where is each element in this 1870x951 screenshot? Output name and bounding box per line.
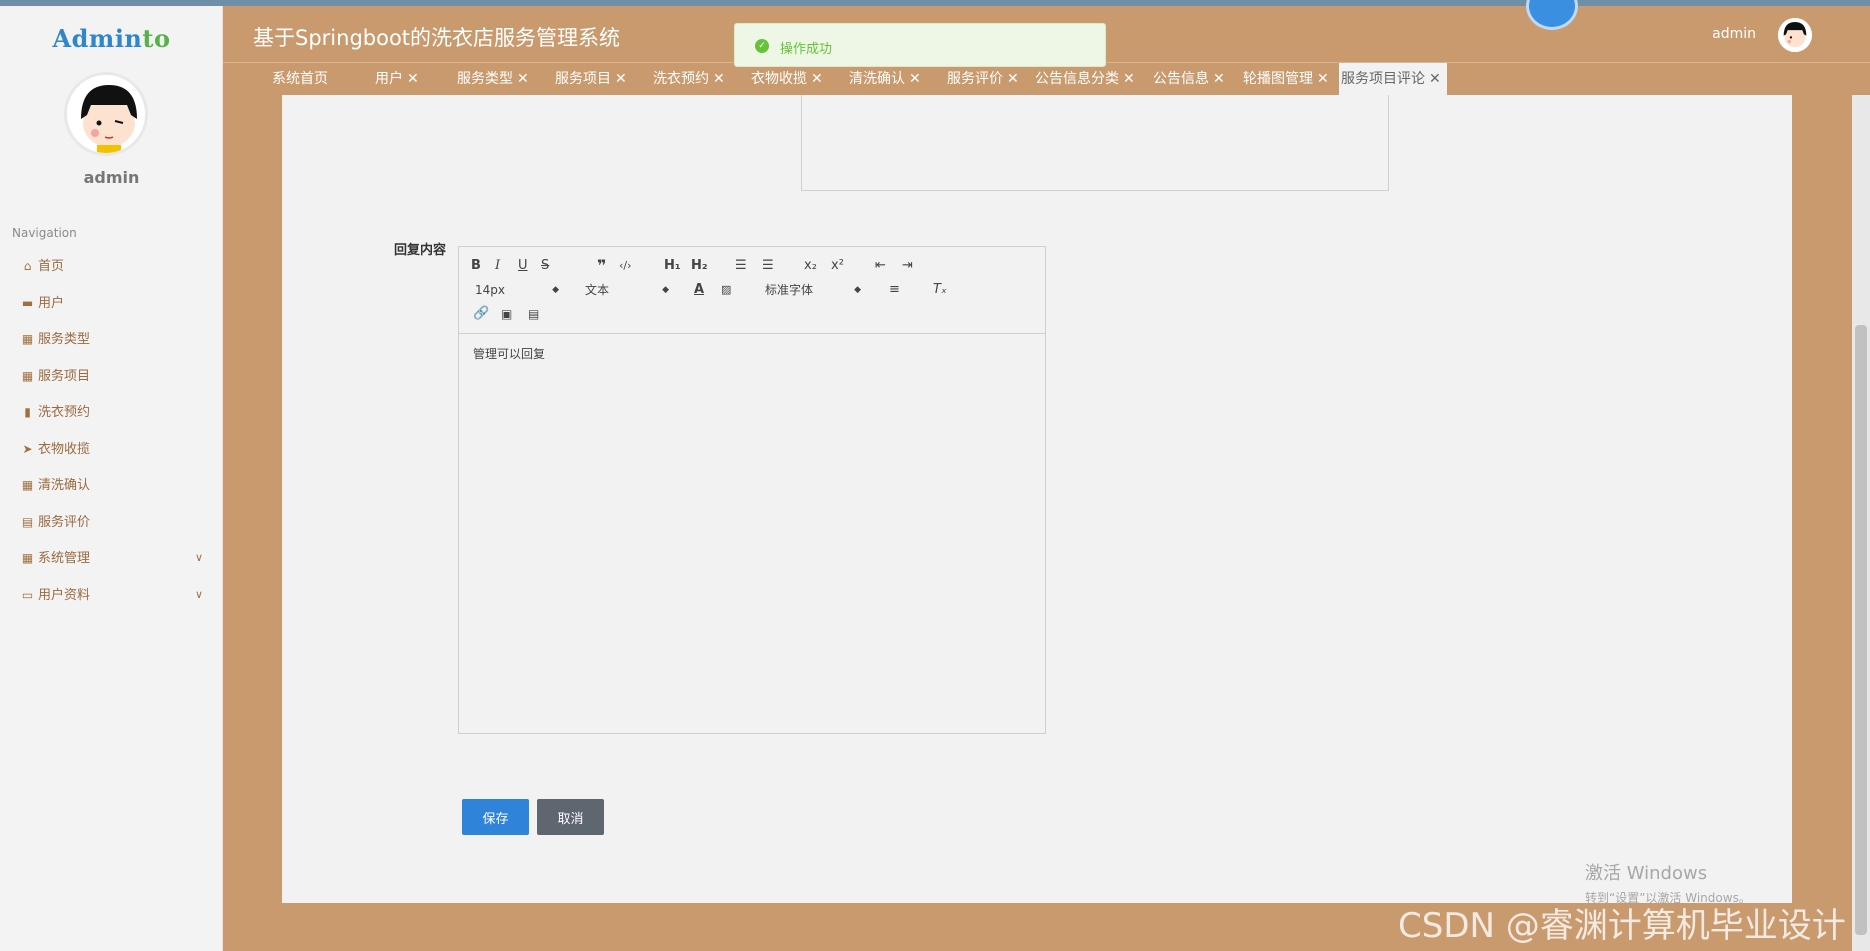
save-button[interactable]: 保存 (462, 799, 529, 835)
close-icon[interactable]: ✕ (1213, 71, 1225, 87)
sidebar-item-system-management[interactable]: ▦ 系统管理 ∨ (0, 540, 223, 577)
subscript-icon[interactable]: x₂ (804, 257, 817, 275)
grid-icon: ▦ (21, 551, 34, 565)
csdn-watermark: CSDN @睿渊计算机毕业设计 (1398, 906, 1846, 946)
heading2-icon[interactable]: H₂ (691, 257, 708, 275)
font-size-select[interactable]: 14px ◆ (475, 281, 559, 299)
blockquote-icon[interactable]: ❞ (597, 257, 606, 275)
close-icon[interactable]: ✕ (1007, 71, 1019, 87)
scrollbar-thumb[interactable] (1855, 325, 1867, 935)
avatar-image (67, 75, 145, 153)
floating-clock-widget[interactable] (1526, 0, 1578, 30)
tab-cleaning-confirm[interactable]: 清洗确认 ✕ (849, 63, 921, 95)
sidebar-item-service-review[interactable]: ▤ 服务评价 (0, 504, 223, 541)
video-icon[interactable]: ▤ (528, 305, 539, 323)
book-icon: ▮ (24, 405, 31, 419)
success-toast: ✓ 操作成功 (734, 23, 1106, 67)
link-icon[interactable]: 🔗 (473, 305, 489, 323)
close-icon[interactable]: ✕ (517, 71, 529, 87)
block-format-select[interactable]: 文本 ◆ (585, 281, 669, 299)
clipboard-icon: ▤ (21, 514, 34, 529)
sidebar-item-cleaning-confirm[interactable]: ▦ 清洗确认 (0, 467, 223, 504)
tab-users[interactable]: 用户 ✕ (375, 63, 419, 95)
chevron-down-icon: ∨ (194, 587, 203, 601)
rich-text-editor: B I U S ❞ ‹/› H₁ H₂ ☰ ☰ x₂ x² ⇤ ⇥ 14px ◆ … (458, 246, 1046, 734)
header-username[interactable]: admin (1712, 26, 1756, 42)
cancel-button[interactable]: 取消 (537, 799, 604, 835)
editor-toolbar: B I U S ❞ ‹/› H₁ H₂ ☰ ☰ x₂ x² ⇤ ⇥ 14px ◆ … (459, 247, 1045, 334)
tab-clothes-pickup[interactable]: 衣物收揽 ✕ (751, 63, 823, 95)
grid-icon: ▦ (21, 368, 34, 383)
tab-notice-info[interactable]: 公告信息 ✕ (1153, 63, 1225, 95)
close-icon[interactable]: ✕ (811, 71, 823, 87)
sidebar-item-users[interactable]: ▬ 用户 (0, 285, 223, 322)
page-scrollbar[interactable] (1852, 95, 1870, 951)
sidebar-item-clothes-pickup[interactable]: ➤ 衣物收揽 (0, 431, 223, 468)
indent-icon[interactable]: ⇥ (902, 257, 913, 275)
chevron-down-icon: ∨ (194, 551, 203, 564)
tab-service-review[interactable]: 服务评价 ✕ (947, 63, 1019, 95)
clear-format-icon[interactable]: Tₓ (933, 281, 947, 299)
close-icon[interactable]: ✕ (1317, 71, 1329, 87)
close-icon[interactable]: ✕ (1429, 71, 1441, 87)
tab-carousel-management[interactable]: 轮播图管理 ✕ (1243, 63, 1329, 95)
main-content: 回复内容 B I U S ❞ ‹/› H₁ H₂ ☰ ☰ x₂ x² ⇤ ⇥ 1… (282, 95, 1792, 903)
close-icon[interactable]: ✕ (615, 71, 627, 87)
tab-service-item-comments[interactable]: 服务项目评论 ✕ (1339, 63, 1447, 95)
sidebar: Adminto admin Navigation ⌂ 首页 ▬ 用户 ▦ 服务类型 ▦… (0, 6, 223, 951)
tab-service-items[interactable]: 服务项目 ✕ (555, 63, 627, 95)
grid-icon: ▦ (21, 332, 34, 346)
close-icon[interactable]: ✕ (407, 71, 419, 87)
tab-home[interactable]: 系统首页 (272, 63, 328, 95)
header-avatar[interactable] (1778, 18, 1812, 52)
image-icon[interactable]: ▣ (501, 305, 512, 323)
tab-service-types[interactable]: 服务类型 ✕ (457, 63, 529, 95)
sidebar-item-user-profile[interactable]: ▭ 用户资料 ∨ (0, 577, 223, 614)
underline-icon[interactable]: U (518, 257, 528, 275)
italic-icon[interactable]: I (495, 257, 500, 275)
monitor-icon: ▬ (21, 295, 34, 310)
font-color-icon[interactable]: A (694, 281, 704, 299)
close-icon[interactable]: ✕ (909, 71, 921, 87)
tab-notice-category[interactable]: 公告信息分类 ✕ (1035, 63, 1135, 95)
close-icon[interactable]: ✕ (713, 71, 725, 87)
superscript-icon[interactable]: x² (831, 257, 844, 275)
previous-content-box (801, 95, 1389, 191)
close-icon[interactable]: ✕ (1123, 71, 1135, 87)
sidebar-username: admin (83, 168, 140, 187)
check-circle-icon: ✓ (755, 39, 769, 53)
grid-icon: ▦ (21, 478, 34, 492)
sidebar-item-service-types[interactable]: ▦ 服务类型 (0, 321, 223, 358)
sidebar-item-service-items[interactable]: ▦ 服务项目 (0, 358, 223, 395)
app-title: 基于Springboot的洗衣店服务管理系统 (253, 26, 621, 50)
reply-content-label: 回复内容 (394, 243, 447, 258)
outdent-icon[interactable]: ⇤ (875, 257, 886, 275)
toast-message: 操作成功 (780, 42, 833, 57)
sidebar-item-home[interactable]: ⌂ 首页 (0, 248, 223, 285)
ordered-list-icon[interactable]: ☰ (735, 257, 747, 275)
heading1-icon[interactable]: H₁ (664, 257, 681, 275)
id-card-icon: ▭ (21, 587, 34, 602)
background-color-icon[interactable]: ▨ (721, 281, 731, 299)
bold-icon[interactable]: B (471, 257, 481, 275)
select-arrow-icon: ◆ (662, 285, 669, 295)
user-avatar[interactable] (64, 72, 148, 156)
sidebar-item-laundry-booking[interactable]: ▮ 洗衣预约 (0, 394, 223, 431)
avatar-image (1778, 18, 1812, 52)
bullet-list-icon[interactable]: ☰ (762, 257, 774, 275)
select-arrow-icon: ◆ (552, 285, 559, 295)
strikethrough-icon[interactable]: S (541, 257, 549, 275)
align-icon[interactable]: ≡ (889, 281, 900, 299)
nav-section-title: Navigation (12, 226, 77, 240)
app-logo: Adminto (52, 24, 171, 53)
send-icon: ➤ (22, 441, 33, 456)
tab-laundry-booking[interactable]: 洗衣预约 ✕ (653, 63, 725, 95)
select-arrow-icon: ◆ (854, 285, 861, 295)
sidebar-nav: ⌂ 首页 ▬ 用户 ▦ 服务类型 ▦ 服务项目 ▮ 洗衣预约 ➤ 衣物收揽 ▦ 清洗确认 ▤ 服… (0, 248, 223, 613)
editor-content[interactable]: 管理可以回复 (459, 334, 1045, 373)
home-icon: ⌂ (23, 259, 32, 273)
font-family-select[interactable]: 标准字体 ◆ (765, 281, 861, 299)
code-block-icon[interactable]: ‹/› (619, 257, 632, 275)
